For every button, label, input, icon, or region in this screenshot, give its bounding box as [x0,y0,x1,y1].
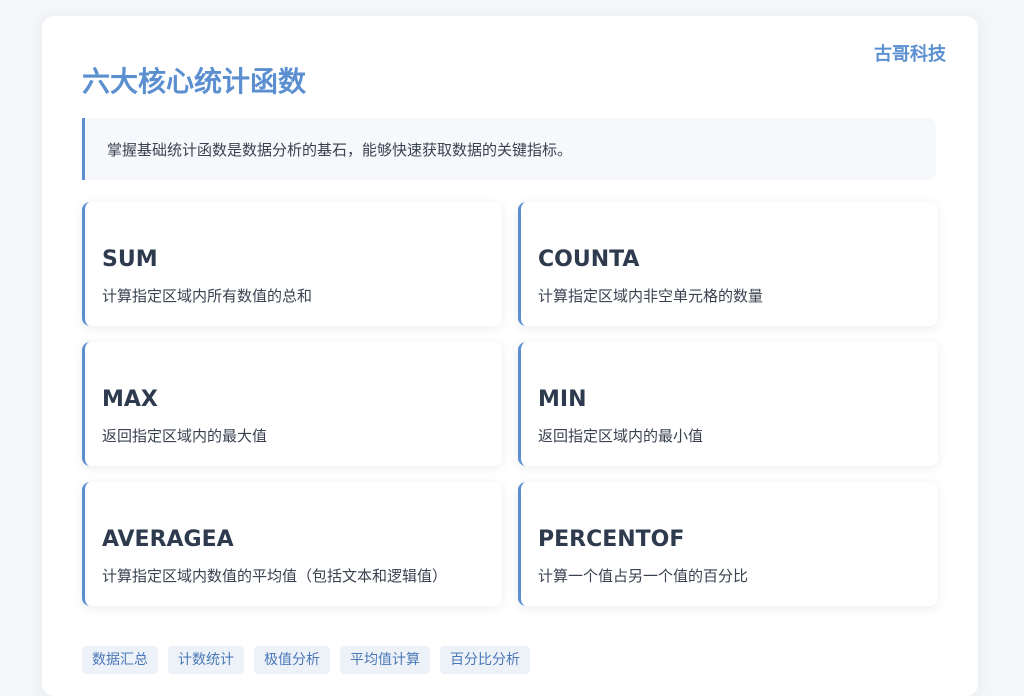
function-name: PERCENTOF [538,527,685,552]
function-name: SUM [102,247,158,272]
function-name: MAX [102,387,158,412]
function-description: 返回指定区域内的最大值 [102,427,268,445]
tag-counting: 计数统计 [168,646,244,674]
function-card-counta: COUNTA 计算指定区域内非空单元格的数量 [518,202,938,326]
function-description: 计算指定区域内所有数值的总和 [102,287,313,305]
tag-percentage: 百分比分析 [440,646,530,674]
function-name: COUNTA [538,247,640,272]
function-card-min: MIN 返回指定区域内的最小值 [518,342,938,466]
function-card-sum: SUM 计算指定区域内所有数值的总和 [82,202,502,326]
function-description: 计算一个值占另一个值的百分比 [538,567,749,585]
page-title: 六大核心统计函数 [82,65,307,98]
intro-text: 掌握基础统计函数是数据分析的基石，能够快速获取数据的关键指标。 [107,140,573,159]
function-description: 返回指定区域内的最小值 [538,427,704,445]
function-description: 计算指定区域内数值的平均值（包括文本和逻辑值） [102,567,448,585]
function-card-averagea: AVERAGEA 计算指定区域内数值的平均值（包括文本和逻辑值） [82,482,502,606]
function-card-percentof: PERCENTOF 计算一个值占另一个值的百分比 [518,482,938,606]
brand-label: 古哥科技 [874,44,946,65]
slide-panel: 古哥科技 六大核心统计函数 掌握基础统计函数是数据分析的基石，能够快速获取数据的… [42,16,978,696]
function-name: AVERAGEA [102,527,234,552]
function-card-max: MAX 返回指定区域内的最大值 [82,342,502,466]
tag-list: 数据汇总 计数统计 极值分析 平均值计算 百分比分析 [82,646,530,674]
tag-data-summary: 数据汇总 [82,646,158,674]
intro-callout: 掌握基础统计函数是数据分析的基石，能够快速获取数据的关键指标。 [82,118,936,180]
function-description: 计算指定区域内非空单元格的数量 [538,287,764,305]
tag-average: 平均值计算 [340,646,430,674]
tag-extreme-values: 极值分析 [254,646,330,674]
function-name: MIN [538,387,587,412]
function-card-grid: SUM 计算指定区域内所有数值的总和 COUNTA 计算指定区域内非空单元格的数… [82,202,938,606]
